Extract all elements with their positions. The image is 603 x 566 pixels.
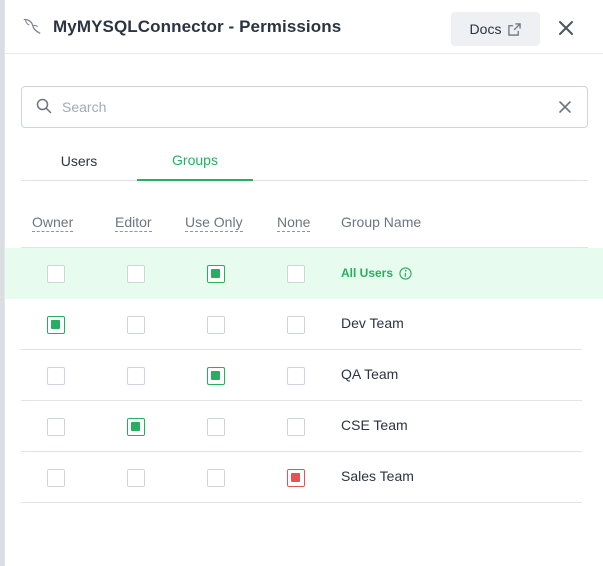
checkbox-owner[interactable] [47,367,65,385]
row-divider [21,502,582,503]
table-row: CSE Team [5,401,603,452]
permissions-panel: MyMYSQLConnector - Permissions Docs User… [4,0,603,566]
search-box [21,86,588,128]
checkbox-use-only[interactable] [207,418,225,436]
checkbox-owner[interactable] [47,265,65,283]
checkbox-owner[interactable] [47,418,65,436]
column-header-use-only[interactable]: Use Only [185,214,243,232]
checkbox-none[interactable] [287,265,305,283]
checkbox-none[interactable] [287,469,305,487]
checkbox-editor[interactable] [127,469,145,487]
checkbox-use-only[interactable] [207,367,225,385]
column-header-owner[interactable]: Owner [32,214,74,232]
table-row: QA Team [5,350,603,401]
clear-search-icon[interactable] [558,100,572,114]
group-name: Sales Team [341,468,414,484]
group-name: All Users [341,266,412,280]
docs-button-label: Docs [469,21,502,37]
checkbox-editor[interactable] [127,367,145,385]
table-row: All Users [5,248,603,299]
group-name: Dev Team [341,315,404,331]
info-icon[interactable] [399,266,412,280]
checkbox-none[interactable] [287,418,305,436]
close-icon[interactable] [557,19,575,37]
checkbox-none[interactable] [287,367,305,385]
group-name-text: Dev Team [341,315,404,331]
checkbox-use-only[interactable] [207,469,225,487]
checkbox-owner[interactable] [47,316,65,334]
tab-users[interactable]: Users [21,140,137,181]
column-header-editor[interactable]: Editor [115,214,152,232]
table-row: Dev Team [5,299,603,350]
search-input[interactable] [62,96,542,118]
search-icon [36,98,52,114]
group-name-text: CSE Team [341,417,408,433]
group-name-text: QA Team [341,366,399,382]
checkbox-owner[interactable] [47,469,65,487]
checkbox-use-only[interactable] [207,265,225,283]
tab-groups[interactable]: Groups [137,140,253,181]
panel-header: MyMYSQLConnector - Permissions Docs [5,0,603,54]
column-header-group-name: Group Name [341,214,422,230]
checkbox-editor[interactable] [127,265,145,283]
column-header-none[interactable]: None [277,214,311,232]
docs-button[interactable]: Docs [451,12,540,46]
checkbox-none[interactable] [287,316,305,334]
external-link-icon [508,22,522,36]
tab-bar: Users Groups [21,140,588,181]
checkbox-use-only[interactable] [207,316,225,334]
group-name: CSE Team [341,417,408,433]
checkbox-editor[interactable] [127,316,145,334]
group-name: QA Team [341,366,398,382]
mysql-dolphin-icon [23,18,41,34]
group-name-text: All Users [341,266,394,280]
checkbox-editor[interactable] [127,418,145,436]
table-row: Sales Team [5,452,603,503]
group-name-text: Sales Team [341,468,414,484]
page-title: MyMYSQLConnector - Permissions [53,17,342,36]
